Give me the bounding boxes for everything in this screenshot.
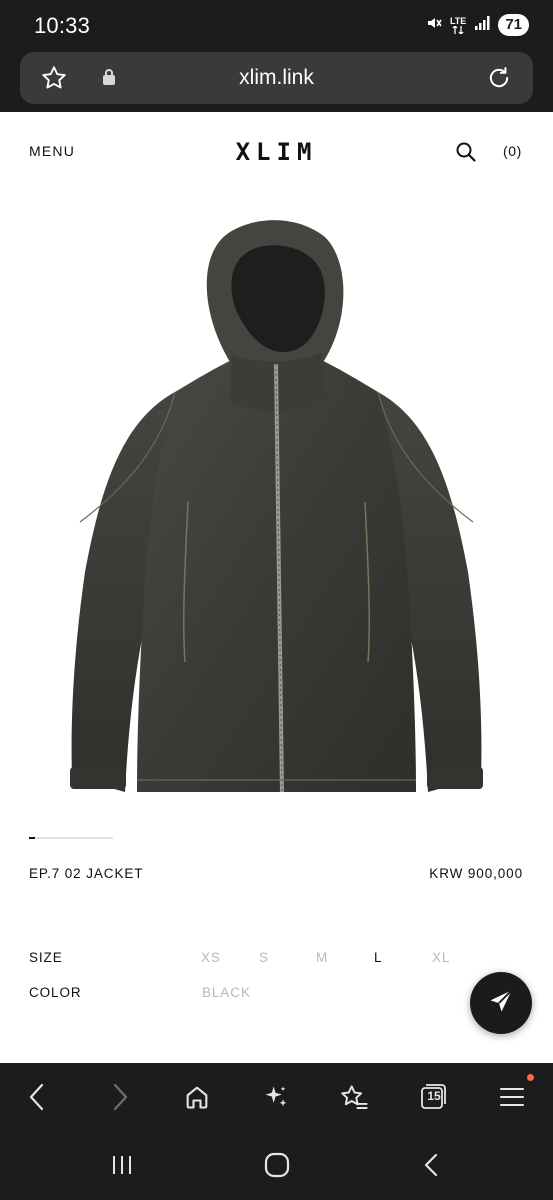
size-label: SIZE xyxy=(29,950,63,965)
send-button[interactable] xyxy=(470,972,532,1034)
color-label: COLOR xyxy=(29,985,82,1000)
search-icon[interactable] xyxy=(455,141,477,168)
product-image[interactable] xyxy=(0,192,553,822)
size-option-xs[interactable]: XS xyxy=(201,950,221,965)
url-bar[interactable]: xlim.link xyxy=(20,52,533,104)
signal-icon xyxy=(474,15,490,36)
status-icons: LTE 71 xyxy=(426,14,529,36)
forward-icon[interactable] xyxy=(101,1079,137,1115)
paper-plane-icon xyxy=(487,987,515,1020)
home-button-icon[interactable] xyxy=(257,1150,297,1180)
recent-apps-icon[interactable] xyxy=(102,1150,142,1180)
notification-dot xyxy=(527,1074,534,1081)
size-option-m[interactable]: M xyxy=(316,950,328,965)
bookmarks-icon[interactable] xyxy=(336,1079,372,1115)
status-time: 10:33 xyxy=(34,13,91,38)
lte-icon: LTE xyxy=(449,15,467,34)
reload-icon[interactable] xyxy=(485,64,513,97)
menu-icon[interactable] xyxy=(494,1079,530,1115)
url-text[interactable]: xlim.link xyxy=(20,66,533,90)
size-option-l[interactable]: L xyxy=(374,950,382,965)
network-type: LTE xyxy=(449,15,467,26)
system-navigation-bar xyxy=(0,1130,553,1200)
ai-sparkle-icon[interactable] xyxy=(258,1079,294,1115)
carousel-active-segment xyxy=(29,837,35,839)
size-option-s[interactable]: S xyxy=(259,950,269,965)
product-price: KRW 900,000 xyxy=(429,866,523,881)
home-icon[interactable] xyxy=(179,1079,215,1115)
battery-icon: 71 xyxy=(498,14,529,36)
image-carousel-indicator xyxy=(29,837,113,839)
site-header: MENU XLIM (0) xyxy=(0,112,553,192)
browser-bottom-toolbar xyxy=(0,1063,553,1130)
back-nav-icon[interactable] xyxy=(412,1150,452,1180)
back-icon[interactable] xyxy=(20,1079,56,1115)
tab-count: 15 xyxy=(427,1089,441,1103)
browser-top-chrome: 10:33 LTE 71 xlim.link xyxy=(0,0,553,112)
status-bar: 10:33 LTE 71 xyxy=(0,0,553,50)
color-option-black[interactable]: BLACK xyxy=(202,985,251,1000)
cart-button[interactable]: (0) xyxy=(503,143,522,159)
size-option-xl[interactable]: XL xyxy=(432,950,450,965)
product-name: EP.7 02 JACKET xyxy=(29,866,144,881)
mute-icon xyxy=(426,15,442,36)
